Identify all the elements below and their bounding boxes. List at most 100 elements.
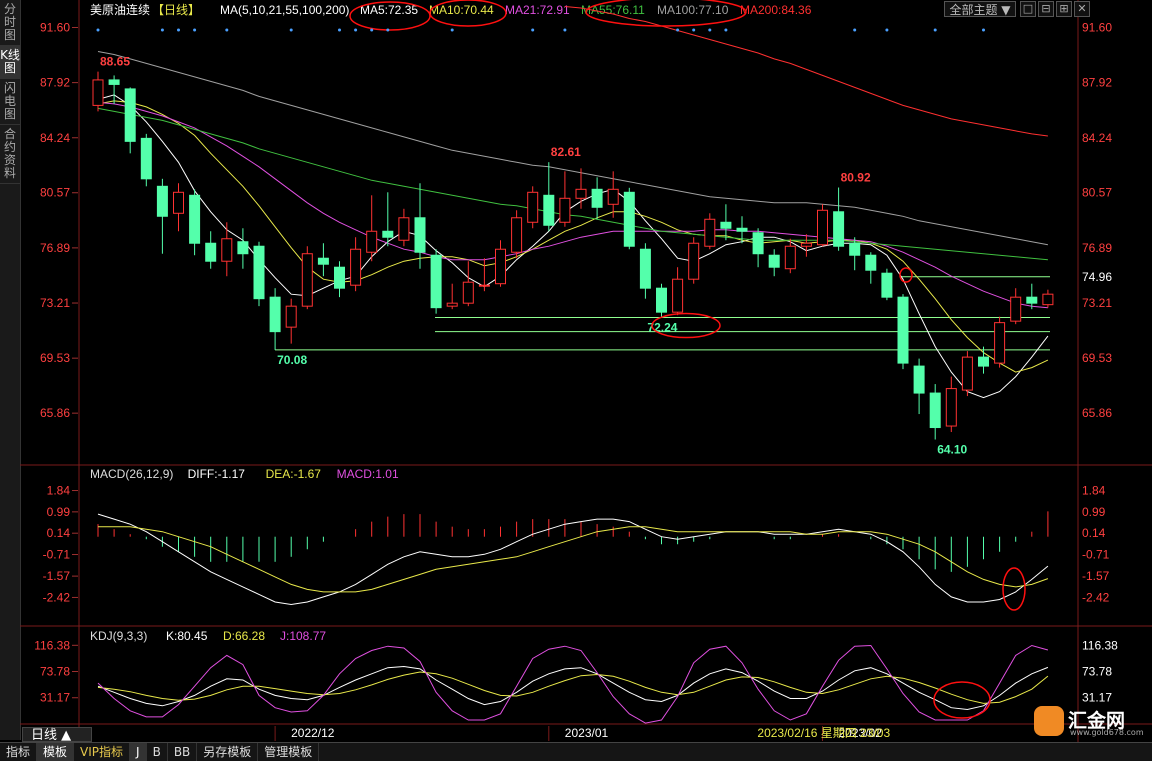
sidebar-tab-2[interactable]: 闪电图	[0, 79, 20, 125]
signal-dot-12	[563, 28, 567, 32]
macd-ytick-right-4: -1.57	[1082, 569, 1110, 583]
signal-dot-0	[96, 28, 100, 32]
bottom-tab-2[interactable]: VIP指标	[74, 743, 131, 761]
price-legend-item-4: MA100:77.10	[657, 3, 729, 17]
minimize-button[interactable]: ⊟	[1038, 1, 1054, 17]
macd-legend-item-0: DIFF:-1.17	[188, 467, 246, 481]
bottom-tab-4[interactable]: B	[147, 743, 168, 761]
last-price-label: 74.96	[1082, 270, 1112, 284]
price-ytick-right-4: 76.89	[1082, 241, 1112, 255]
bottom-tab-1[interactable]: 模板	[37, 743, 75, 761]
sidebar-tab-1[interactable]: K线图	[0, 46, 20, 79]
macd-ytick-left-4: -1.57	[43, 569, 71, 583]
signal-dot-10	[450, 28, 454, 32]
signal-dot-13	[676, 28, 680, 32]
bottom-tab-5[interactable]: BB	[168, 743, 198, 761]
bottom-toolbar: 指标 模板 VIP指标 J B BB 另存模板 管理模板	[0, 742, 1152, 761]
candle-body-8	[221, 238, 233, 262]
sidebar-tab-0[interactable]: 分时图	[0, 0, 20, 46]
chart-area[interactable]: 91.60 91.60 87.92 87.92 84.24 84.24 80.57 80.57…	[20, 0, 1152, 742]
signal-dot-15	[708, 28, 712, 32]
macd-legend-item-2: MACD:1.01	[337, 467, 399, 481]
xaxis-cursor-label: 2023/02/16 星期四 23/03	[757, 726, 890, 740]
signal-dot-9	[386, 28, 390, 32]
price-ytick-left-2: 84.24	[40, 131, 70, 145]
candle-body-56	[994, 322, 1006, 364]
price-annotation-1: 70.08	[277, 353, 307, 367]
xaxis-label-0: 2022/12	[291, 726, 335, 740]
close-button[interactable]: ✕	[1074, 1, 1090, 17]
price-period: 【日线】	[152, 3, 200, 17]
sidebar-tab-3[interactable]: 合约资料	[0, 125, 20, 184]
candle-body-18	[382, 230, 394, 238]
logo-icon	[1034, 706, 1064, 736]
macd-ytick-right-0: 1.84	[1082, 484, 1106, 498]
kdj-ytick-left-1: 73.78	[40, 665, 70, 679]
bottom-tab-0[interactable]: 指标	[0, 743, 38, 761]
period-selector[interactable]: 日线 ▲	[22, 727, 92, 743]
candle-body-47	[849, 242, 861, 256]
signal-dot-16	[724, 28, 728, 32]
candle-body-35	[656, 287, 667, 313]
candle-body-24	[478, 284, 490, 287]
kdj-legend-item-1: D:66.28	[223, 629, 265, 643]
price-ytick-left-4: 76.89	[40, 241, 70, 255]
price-annotation-0: 88.65	[100, 55, 130, 69]
bottom-tab-7[interactable]: 管理模板	[258, 743, 320, 761]
price-ma-label: MA(5,10,21,55,100,200)	[220, 3, 349, 17]
candle-body-9	[237, 241, 249, 255]
candle-body-5	[173, 191, 184, 214]
bottom-tab-6[interactable]: 另存模板	[197, 743, 259, 761]
kdj-ytick-right-0: 116.38	[1082, 638, 1118, 652]
candle-body-20	[414, 217, 426, 253]
macd-ytick-right-5: -2.42	[1082, 590, 1110, 604]
macd-ytick-left-2: 0.14	[47, 526, 71, 540]
price-symbol: 美原油连续	[90, 2, 150, 17]
macd-ytick-left-3: -0.71	[43, 548, 71, 562]
macd-diff-line	[97, 513, 1049, 606]
price-ytick-right-7: 65.86	[1082, 406, 1112, 420]
price-legend-item-2: MA21:72.91	[505, 3, 570, 17]
kdj-ytick-right-2: 31.17	[1082, 691, 1112, 705]
candle-body-59	[1042, 293, 1054, 306]
candle-body-14	[317, 257, 329, 265]
macd-ytick-left-5: -2.42	[43, 590, 71, 604]
maximize-button[interactable]: ⊞	[1056, 1, 1072, 17]
price-ytick-right-1: 87.92	[1082, 76, 1112, 90]
candle-body-55	[978, 356, 989, 367]
signal-dot-19	[933, 28, 937, 32]
highlight-circle-macd	[1002, 567, 1026, 611]
candle-body-12	[285, 305, 297, 328]
sidebar: 分时图 K线图 闪电图 合约资料	[0, 0, 21, 740]
price-annotation-2: 82.61	[551, 145, 581, 159]
bottom-tab-3[interactable]: J	[130, 743, 147, 761]
candle-body-11	[269, 296, 281, 333]
candle-body-48	[865, 254, 877, 271]
candle-body-22	[446, 302, 458, 307]
candle-body-57	[1010, 296, 1022, 322]
candle-body-16	[350, 248, 362, 286]
macd-ytick-left-0: 1.84	[47, 484, 71, 498]
kdj-ytick-left-0: 116.38	[34, 638, 70, 652]
kdj-legend-item-0: K:80.45	[166, 629, 208, 643]
restore-button[interactable]: □	[1020, 1, 1036, 17]
candle-body-52	[929, 392, 941, 429]
kdj-d-line	[97, 671, 1049, 704]
candle-body-41	[752, 232, 764, 255]
kdj-ytick-left-2: 31.17	[40, 691, 70, 705]
price-ytick-left-3: 80.57	[40, 186, 70, 200]
macd-legend-label: MACD(26,12,9)	[90, 467, 173, 481]
candle-body-46	[833, 211, 845, 247]
candle-body-26	[511, 217, 523, 253]
candle-body-39	[720, 221, 732, 229]
signal-dot-14	[692, 28, 696, 32]
signal-dot-6	[338, 28, 341, 32]
signal-dot-18	[885, 28, 889, 32]
price-ytick-right-0: 91.60	[1082, 20, 1112, 34]
theme-dropdown[interactable]: 全部主题 ▼	[944, 1, 1016, 17]
price-ytick-left-1: 87.92	[40, 76, 70, 90]
candle-body-58	[1026, 296, 1038, 304]
candle-body-28	[543, 194, 555, 226]
price-ytick-right-5: 73.21	[1082, 296, 1112, 310]
signal-dot-5	[289, 28, 293, 32]
